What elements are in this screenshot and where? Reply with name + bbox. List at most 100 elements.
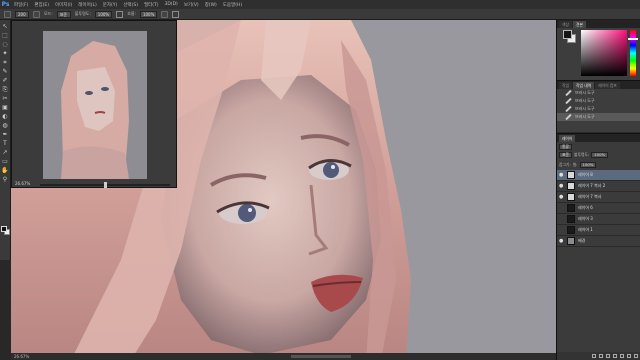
navigator-preview[interactable] — [43, 31, 147, 179]
tablet-pressure-size-icon[interactable] — [172, 10, 180, 18]
history-item[interactable]: 브러시 도구 — [557, 97, 640, 105]
photoshop-logo: Ps — [1, 1, 10, 8]
layer-row[interactable]: ● 레이어 7 복사 — [557, 192, 640, 203]
visibility-eye-icon[interactable] — [559, 217, 564, 222]
fill-field[interactable]: 100% — [579, 162, 597, 168]
layer-name: 레이어 6 — [578, 205, 593, 210]
lasso-tool-icon[interactable]: ◌ — [2, 41, 9, 48]
layer-thumbnail — [567, 182, 575, 190]
layer-name: 레이어 1 — [578, 227, 593, 232]
navigator-panel: 26.67% — [11, 20, 177, 188]
visibility-eye-icon[interactable]: ● — [559, 194, 564, 200]
menu-filter[interactable]: 필터(T) — [141, 2, 162, 8]
history-panel: 작업 작업 내역 레이어 컴프 브러시 도구 브러시 도구 브러시 도구 브러시… — [557, 80, 640, 132]
menu-layer[interactable]: 레이어(L) — [75, 2, 99, 8]
panel-foreground-swatch[interactable] — [563, 30, 572, 39]
brush-preset-icon[interactable] — [4, 10, 11, 18]
navigator-zoom-slider[interactable] — [40, 182, 170, 188]
visibility-eye-icon[interactable] — [559, 206, 564, 211]
horizontal-scrollbar[interactable] — [291, 355, 351, 358]
airbrush-icon[interactable] — [161, 10, 169, 18]
options-bar: 200 모드: 표준 불투명도: 100% 흐름: 100% — [0, 9, 640, 20]
adjustment-layer-icon[interactable] — [613, 354, 617, 358]
history-item[interactable]: 브러시 도구 — [557, 105, 640, 113]
tab-layers[interactable]: 레이어 — [559, 135, 576, 142]
brush-icon — [565, 105, 572, 113]
path-select-tool-icon[interactable]: ↗ — [2, 149, 9, 156]
lock-fill-row: 잠그기: 칠: 100% — [557, 162, 640, 170]
visibility-eye-icon[interactable]: ● — [559, 238, 564, 244]
crop-tool-icon[interactable]: ⌗ — [2, 59, 9, 66]
foreground-color-swatch[interactable] — [1, 226, 7, 232]
layer-row[interactable]: ● 레이어 7 복사 2 — [557, 181, 640, 192]
layer-kind-filter[interactable]: 종류 — [559, 144, 572, 150]
brush-icon — [565, 89, 572, 97]
menu-file[interactable]: 파일(F) — [11, 2, 31, 8]
flow-label: 흐름: — [127, 11, 136, 16]
tab-history[interactable]: 작업 내역 — [573, 82, 595, 89]
type-tool-icon[interactable]: T — [2, 140, 9, 147]
blend-mode-select[interactable]: 표준 — [559, 152, 572, 158]
layer-row[interactable]: ● 레이어 8 — [557, 170, 640, 181]
menu-view[interactable]: 보기(V) — [181, 2, 202, 8]
layer-row[interactable]: 레이어 1 — [557, 225, 640, 236]
clone-stamp-tool-icon[interactable]: ⎘ — [2, 86, 9, 93]
marquee-tool-icon[interactable]: ⬚ — [2, 32, 9, 39]
tab-swatches[interactable]: 견본 — [573, 21, 586, 28]
brush-icon — [565, 97, 572, 105]
new-group-icon[interactable] — [620, 354, 624, 358]
gradient-tool-icon[interactable]: ◐ — [2, 113, 9, 120]
visibility-eye-icon[interactable] — [559, 228, 564, 233]
quick-select-tool-icon[interactable]: ✦ — [2, 50, 9, 57]
eyedropper-tool-icon[interactable]: ✎ — [2, 68, 9, 75]
layer-row[interactable]: 레이어 6 — [557, 203, 640, 214]
layer-row[interactable]: ● 배경 — [557, 236, 640, 247]
menu-window[interactable]: 창(W) — [202, 2, 220, 8]
menu-3d[interactable]: 3D(D) — [162, 2, 181, 7]
layer-thumbnail — [567, 193, 575, 201]
navigator-zoom-value[interactable]: 26.67% — [15, 181, 30, 186]
brush-size-field[interactable]: 200 — [15, 10, 29, 18]
flow-field[interactable]: 100% — [139, 10, 158, 18]
visibility-eye-icon[interactable]: ● — [559, 183, 564, 189]
history-item-current[interactable]: 브러시 도구 — [557, 113, 640, 121]
menu-help[interactable]: 도움말(H) — [220, 2, 245, 8]
zoom-tool-icon[interactable]: ⚲ — [2, 176, 9, 183]
menu-select[interactable]: 선택(S) — [120, 2, 141, 8]
hand-tool-icon[interactable]: ✋ — [1, 167, 8, 174]
blur-tool-icon[interactable]: ◍ — [2, 122, 9, 129]
tab-layer-comps[interactable]: 레이어 컴프 — [595, 82, 620, 89]
layer-name: 레이어 3 — [578, 216, 593, 221]
status-zoom[interactable]: 26.67% — [14, 354, 29, 359]
hue-slider-marker[interactable] — [628, 38, 638, 40]
link-layers-icon[interactable] — [592, 354, 596, 358]
layer-row[interactable]: 레이어 3 — [557, 214, 640, 225]
menu-edit[interactable]: 편집(E) — [31, 2, 52, 8]
layer-name: 배경 — [578, 238, 586, 243]
move-tool-icon[interactable]: ↖ — [2, 23, 9, 30]
new-layer-icon[interactable] — [627, 354, 631, 358]
tablet-pressure-opacity-icon[interactable] — [116, 10, 124, 18]
healing-brush-tool-icon[interactable]: ✐ — [2, 77, 9, 84]
layers-controls: 종류 표준 불투명도: 100% — [557, 142, 640, 162]
menu-image[interactable]: 이미지(I) — [52, 2, 75, 8]
menu-type[interactable]: 문자(Y) — [100, 2, 121, 8]
history-item[interactable]: 브러시 도구 — [557, 89, 640, 97]
tab-actions[interactable]: 작업 — [559, 82, 572, 89]
layer-style-icon[interactable] — [599, 354, 603, 358]
hue-slider[interactable] — [630, 30, 636, 76]
history-brush-tool-icon[interactable]: ✂ — [2, 95, 9, 102]
pen-tool-icon[interactable]: ✒ — [2, 131, 9, 138]
color-picker-field[interactable] — [581, 30, 627, 76]
eraser-tool-icon[interactable]: ▣ — [2, 104, 9, 111]
tab-color[interactable]: 색상 — [559, 21, 572, 28]
add-mask-icon[interactable] — [606, 354, 610, 358]
brush-panel-icon[interactable] — [33, 10, 40, 18]
shape-tool-icon[interactable]: ▭ — [2, 158, 9, 165]
visibility-eye-icon[interactable]: ● — [559, 172, 564, 178]
navigator-zoom-thumb[interactable] — [104, 182, 107, 188]
opacity-field[interactable]: 100% — [94, 10, 113, 18]
layer-opacity-field[interactable]: 100% — [591, 152, 609, 158]
delete-layer-icon[interactable] — [634, 354, 638, 358]
mode-select[interactable]: 표준 — [56, 10, 71, 18]
